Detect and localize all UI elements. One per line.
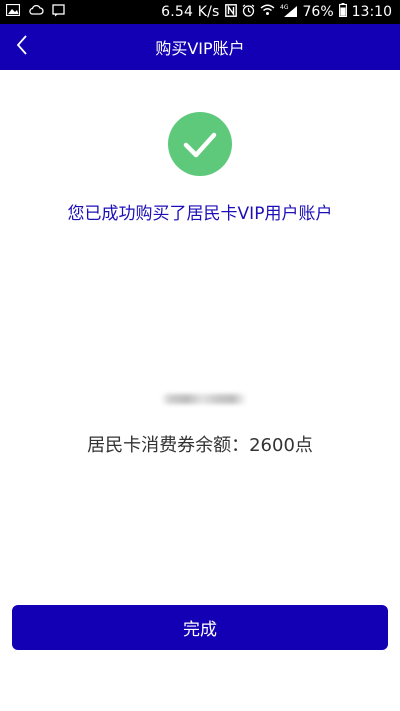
message-icon [52,3,65,21]
blurred-text [161,394,247,404]
image-icon [5,3,21,20]
masked-account-info [160,390,248,408]
cloud-icon [28,4,44,20]
battery-icon [338,3,347,21]
done-button[interactable]: 完成 [12,605,388,650]
clock: 13:10 [351,4,392,20]
status-right: 6.54 K/s 4G 76% 13:10 [161,0,392,24]
chevron-left-icon [15,34,29,60]
network-type-label: 4G [280,4,289,11]
screen: 6.54 K/s 4G 76% 13:10 购买VIP账户 您已成功购买了居民卡… [0,0,400,711]
status-left [0,0,65,24]
back-button[interactable] [8,32,36,62]
status-bar: 6.54 K/s 4G 76% 13:10 [0,0,400,24]
check-circle-icon [168,112,232,176]
page-title: 购买VIP账户 [155,39,245,58]
battery-percentage: 76% [302,4,334,20]
app-header: 购买VIP账户 [0,24,400,70]
network-speed: 6.54 K/s [161,4,220,20]
voucher-balance: 居民卡消费券余额：2600点 [87,435,313,456]
nfc-icon [224,3,237,21]
alarm-icon [242,4,255,21]
signal-icon: 4G [280,4,298,21]
wifi-icon [260,4,275,20]
success-message: 您已成功购买了居民卡VIP用户账户 [67,204,333,224]
